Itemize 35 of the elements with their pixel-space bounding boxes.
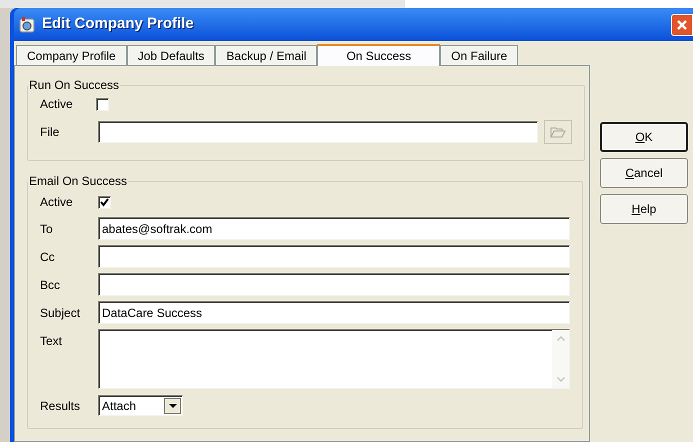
- dropdown[interactable]: Attach: [98, 395, 183, 416]
- checkbox-label: Active: [40, 194, 74, 211]
- close-button[interactable]: [671, 14, 693, 36]
- group-title: Run On Success: [28, 77, 120, 94]
- tab[interactable]: On Failure: [440, 45, 518, 65]
- folder-icon: [550, 126, 566, 138]
- tab[interactable]: Company Profile: [16, 45, 127, 65]
- text-area[interactable]: [98, 329, 570, 389]
- input-field[interactable]: [98, 121, 538, 143]
- checkbox-label: Active: [40, 96, 74, 113]
- field-label: Bcc: [40, 277, 62, 294]
- group-title: Email On Success: [28, 173, 128, 190]
- app-icon: [18, 16, 36, 34]
- input-field[interactable]: abates@softrak.com: [98, 217, 570, 240]
- dialog-button[interactable]: Cancel: [600, 158, 688, 188]
- tab[interactable]: On Success: [317, 44, 440, 66]
- field-label: Results: [40, 398, 82, 415]
- window-title: Edit Company Profile: [42, 14, 194, 34]
- check-icon: [100, 198, 109, 206]
- field-label: To: [40, 221, 54, 238]
- field-label: Cc: [40, 249, 56, 266]
- field-label: Subject: [40, 305, 82, 322]
- tab[interactable]: Job Defaults: [126, 45, 216, 65]
- dropdown-arrow-icon: [168, 404, 176, 408]
- checkbox[interactable]: [98, 196, 111, 208]
- dialog-button[interactable]: Help: [600, 194, 688, 224]
- close-icon: [676, 18, 688, 30]
- input-field[interactable]: [98, 273, 570, 296]
- tab[interactable]: Backup / Email: [215, 45, 318, 65]
- input-field[interactable]: DataCare Success: [98, 301, 570, 324]
- dialog-button[interactable]: OK: [600, 122, 688, 152]
- input-field[interactable]: [98, 245, 570, 268]
- checkbox[interactable]: [96, 98, 109, 110]
- field-label: File: [40, 124, 60, 141]
- field-label: Text: [40, 333, 64, 350]
